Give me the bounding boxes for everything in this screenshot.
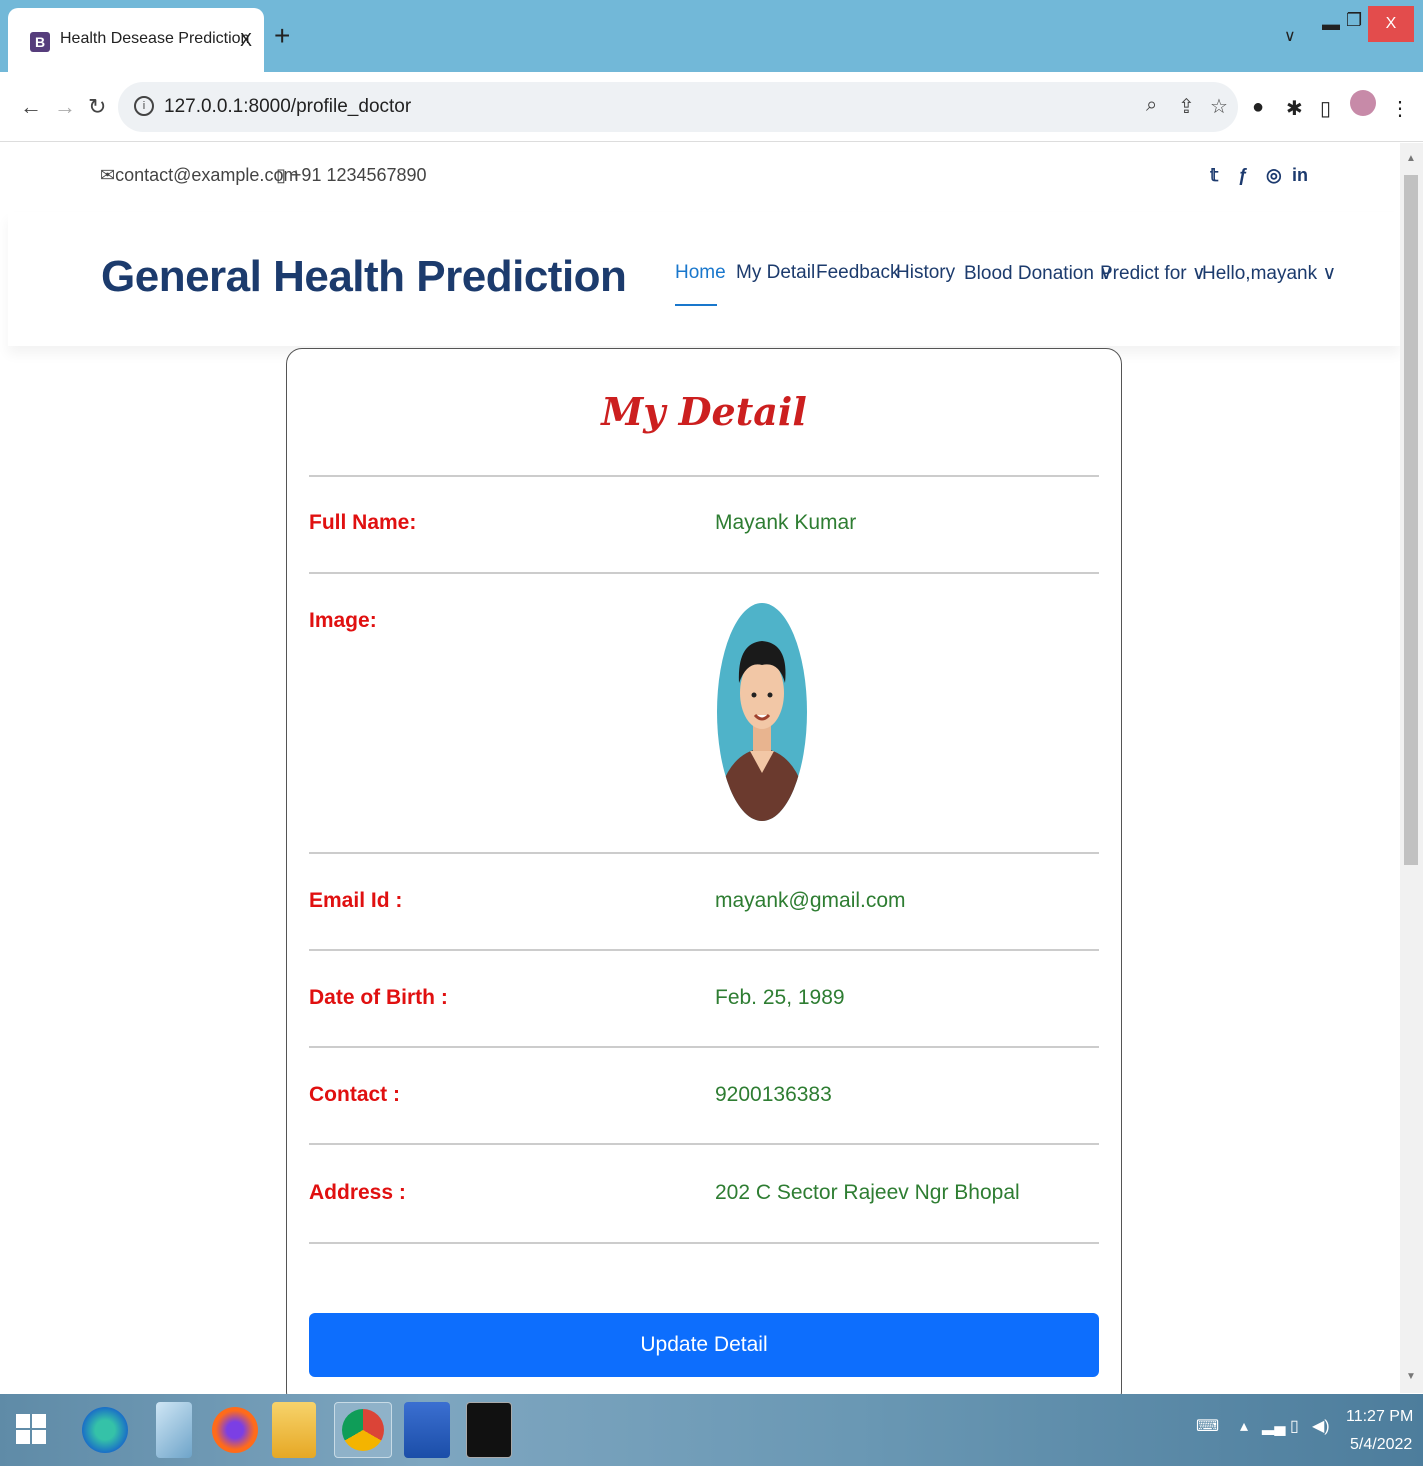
contact-label: Contact : <box>309 1083 400 1106</box>
restore-icon[interactable]: ❐ <box>1346 10 1362 31</box>
site-header: General Health Prediction Home My Detail… <box>8 212 1400 346</box>
nav-history[interactable]: History <box>896 262 955 284</box>
email-value: mayank@gmail.com <box>715 889 906 912</box>
profile-card: My Detail Full Name: Mayank Kumar Image:… <box>286 348 1122 1408</box>
sidepanel-icon[interactable]: ▯ <box>1320 96 1331 121</box>
divider <box>309 949 1099 951</box>
avatar <box>717 603 807 821</box>
email-label: Email Id : <box>309 889 403 912</box>
url-omnibox[interactable]: i 127.0.0.1:8000/profile_doctor ⌕ ⇪ ☆ <box>118 82 1238 132</box>
browser-tab[interactable]: B Health Desease Prediction X <box>8 8 264 72</box>
bookmark-star-icon[interactable]: ☆ <box>1210 94 1228 119</box>
dob-label: Date of Birth : <box>309 986 448 1009</box>
window-close-button[interactable]: X <box>1368 6 1414 42</box>
nav-predict-for-dropdown[interactable]: Predict for ∨ <box>1100 262 1206 285</box>
puzzle-extensions-icon[interactable]: ✱ <box>1286 96 1303 121</box>
site-info-icon[interactable]: i <box>134 96 154 116</box>
facebook-icon[interactable]: ƒ <box>1238 165 1256 187</box>
clock-date[interactable]: 5/4/2022 <box>1350 1436 1412 1454</box>
envelope-icon: ✉ <box>100 165 116 185</box>
scroll-up-arrow-icon[interactable]: ▲ <box>1406 153 1416 164</box>
windows-taskbar: ⌨ ▴ ▂▄ ▯ ◀) 11:27 PM 5/4/2022 <box>0 1394 1423 1466</box>
extension-icon[interactable]: ● <box>1252 96 1264 119</box>
page-scrollbar[interactable]: ▲ ▼ <box>1400 143 1423 1393</box>
file-explorer-icon[interactable] <box>272 1402 316 1458</box>
divider <box>309 1242 1099 1244</box>
battery-icon[interactable]: ▯ <box>1290 1416 1299 1436</box>
image-label: Image: <box>309 609 377 632</box>
instagram-icon[interactable]: ◎ <box>1266 165 1284 187</box>
contact-topbar: ✉contact@example.com ▯ +91 1234567890 𝕥 … <box>8 143 1400 213</box>
twitter-icon[interactable]: 𝕥 <box>1210 165 1228 187</box>
edge-browser-icon[interactable] <box>82 1407 128 1453</box>
divider <box>309 852 1099 854</box>
forward-arrow-icon[interactable]: → <box>54 94 76 120</box>
email-contact[interactable]: ✉contact@example.com <box>100 165 298 186</box>
update-detail-button[interactable]: Update Detail <box>309 1313 1099 1377</box>
divider <box>309 1143 1099 1145</box>
windows-start-icon[interactable] <box>16 1414 46 1444</box>
browser-tab-bar: B Health Desease Prediction X + ∨ ▬ ❐ X <box>0 0 1423 72</box>
keyboard-icon[interactable]: ⌨ <box>1196 1416 1219 1436</box>
bootstrap-favicon-icon: B <box>30 32 50 52</box>
nav-user-dropdown[interactable]: Hello,mayank ∨ <box>1202 262 1336 285</box>
scroll-down-arrow-icon[interactable]: ▼ <box>1406 1371 1416 1382</box>
nav-active-underline <box>675 304 717 306</box>
linkedin-icon[interactable]: in <box>1292 165 1310 187</box>
share-icon[interactable]: ⇪ <box>1178 94 1195 119</box>
url-text[interactable]: 127.0.0.1:8000/profile_doctor <box>164 96 411 118</box>
scroll-thumb[interactable] <box>1404 175 1418 865</box>
nav-home[interactable]: Home <box>675 262 726 284</box>
tray-expand-icon[interactable]: ▴ <box>1240 1416 1248 1436</box>
tab-close-icon[interactable]: X <box>240 30 252 51</box>
chrome-icon <box>342 1409 384 1451</box>
page-title: My Detail <box>601 389 807 434</box>
divider <box>309 475 1099 477</box>
new-tab-button[interactable]: + <box>274 22 290 50</box>
address-bar: ← → ↻ i 127.0.0.1:8000/profile_doctor ⌕ … <box>0 72 1423 142</box>
signal-icon[interactable]: ▂▄ <box>1262 1416 1286 1436</box>
tab-title: Health Desease Prediction <box>60 30 250 47</box>
clock-time[interactable]: 11:27 PM <box>1346 1408 1413 1426</box>
reload-icon[interactable]: ↻ <box>88 94 106 120</box>
address-value: 202 C Sector Rajeev Ngr Bhopal <box>715 1181 1020 1204</box>
volume-icon[interactable]: ◀) <box>1312 1416 1330 1436</box>
browser-menu-icon[interactable]: ⋮ <box>1390 96 1410 121</box>
chrome-taskbar-button[interactable] <box>334 1402 392 1458</box>
divider <box>309 1046 1099 1048</box>
full-name-value: Mayank Kumar <box>715 511 857 534</box>
divider <box>309 572 1099 574</box>
brand-logo[interactable]: General Health Prediction <box>101 252 627 302</box>
terminal-icon[interactable] <box>466 1402 512 1458</box>
word-icon[interactable] <box>404 1402 450 1458</box>
firefox-icon[interactable] <box>212 1407 258 1453</box>
nav-my-detail[interactable]: My Detail <box>736 262 815 284</box>
notes-app-icon[interactable] <box>156 1402 192 1458</box>
back-arrow-icon[interactable]: ← <box>20 94 42 120</box>
zoom-icon[interactable]: ⌕ <box>1146 94 1157 117</box>
tab-search-icon[interactable]: ∨ <box>1284 26 1296 46</box>
contact-value: 9200136383 <box>715 1083 832 1106</box>
address-label: Address : <box>309 1181 406 1204</box>
nav-feedback[interactable]: Feedback <box>816 262 899 284</box>
user-avatar-icon <box>717 641 807 821</box>
dob-value: Feb. 25, 1989 <box>715 986 845 1009</box>
phone-contact[interactable]: ▯ +91 1234567890 <box>276 165 427 186</box>
profile-avatar-icon[interactable] <box>1350 90 1376 116</box>
phone-icon: ▯ <box>276 165 286 185</box>
minimize-icon[interactable]: ▬ <box>1322 14 1340 35</box>
nav-blood-donation-dropdown[interactable]: Blood Donation ∨ <box>964 262 1113 285</box>
full-name-label: Full Name: <box>309 511 417 534</box>
